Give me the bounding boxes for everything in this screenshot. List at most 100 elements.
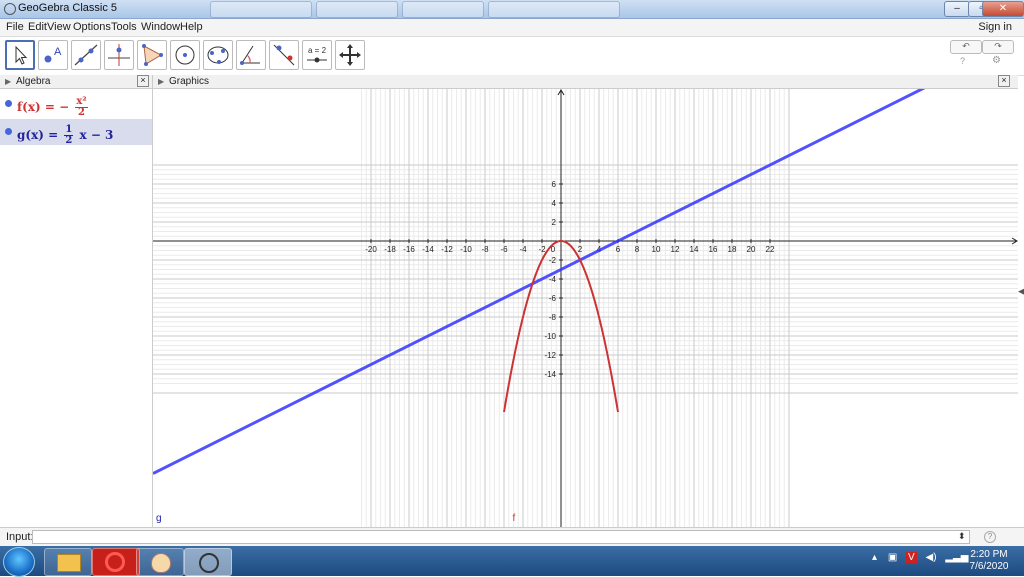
menu-window[interactable]: Window bbox=[141, 21, 180, 33]
menu-view[interactable]: View bbox=[47, 21, 71, 33]
g-lhs: g(x) = bbox=[17, 128, 59, 142]
algebra-item-g[interactable]: g(x) = 12 x − 3 bbox=[0, 119, 152, 146]
slider-tool-icon[interactable]: a = 2 bbox=[302, 40, 332, 70]
geogebra-icon bbox=[199, 553, 219, 573]
x-tick-label: 6 bbox=[616, 245, 621, 254]
x-tick-label: 18 bbox=[728, 245, 737, 254]
slider-tool-label: a = 2 bbox=[308, 46, 327, 55]
collapse-triangle-icon[interactable]: ▶ bbox=[158, 77, 164, 86]
reflect-tool-icon[interactable] bbox=[269, 40, 299, 70]
toolbar: A a = 2 ↶ ↷ ? ⚙ bbox=[0, 37, 1024, 76]
coordinate-plane[interactable]: -20-18-16-14-12-10-8-6-4-202468101214161… bbox=[153, 89, 1018, 527]
point-tool-icon[interactable]: A bbox=[38, 40, 68, 70]
clock-date: 7/6/2020 bbox=[969, 561, 1009, 572]
x-tick-label: 16 bbox=[709, 245, 718, 254]
menu-edit[interactable]: Edit bbox=[28, 21, 47, 33]
undo-button[interactable]: ↶ bbox=[950, 40, 982, 54]
y-tick-label: -10 bbox=[544, 332, 556, 341]
taskbar-geogebra[interactable] bbox=[184, 548, 232, 576]
visibility-toggle-icon[interactable] bbox=[5, 100, 12, 107]
y-tick-label: 4 bbox=[552, 199, 557, 208]
algebra-header: ▶ Algebra × bbox=[0, 75, 152, 89]
x-tick-label: -20 bbox=[365, 245, 377, 254]
antivirus-icon[interactable]: V bbox=[906, 552, 917, 563]
x-tick-label: -6 bbox=[500, 245, 508, 254]
line-tool-icon[interactable] bbox=[71, 40, 101, 70]
input-bar: Input: ⬍ ? bbox=[0, 527, 1024, 547]
menu-bar: File Edit View Options Tools Window Help… bbox=[0, 19, 1024, 37]
y-tick-label: 2 bbox=[552, 218, 557, 227]
algebra-item-f[interactable]: f(x) = − x² 2 bbox=[0, 91, 152, 118]
x-tick-label: 12 bbox=[671, 245, 680, 254]
x-tick-label: 10 bbox=[652, 245, 661, 254]
x-tick-label: 14 bbox=[690, 245, 699, 254]
polygon-tool-icon[interactable] bbox=[137, 40, 167, 70]
taskbar-opera[interactable] bbox=[92, 548, 140, 576]
system-clock[interactable]: 2:20 PM 7/6/2020 bbox=[960, 549, 1018, 573]
opera-icon bbox=[105, 552, 125, 572]
move-tool-icon[interactable] bbox=[5, 40, 35, 70]
x-tick-label: -18 bbox=[384, 245, 396, 254]
x-tick-label: -14 bbox=[422, 245, 434, 254]
menu-file[interactable]: File bbox=[6, 21, 24, 33]
input-label: Input: bbox=[6, 531, 34, 543]
device-icon[interactable]: ▣ bbox=[888, 552, 897, 563]
x-tick-label: 20 bbox=[747, 245, 756, 254]
os-taskbar: ▴ ▣ V ◀) ▂▃▅ 2:20 PM 7/6/2020 bbox=[0, 546, 1024, 577]
x-tick-label: -8 bbox=[481, 245, 489, 254]
close-button[interactable]: ✕ bbox=[982, 1, 1024, 17]
svg-text:A: A bbox=[54, 46, 62, 58]
redo-button[interactable]: ↷ bbox=[982, 40, 1014, 54]
graphics-header: ▶ Graphics × bbox=[153, 75, 1018, 89]
system-tray: ▴ ▣ V ◀) ▂▃▅ bbox=[872, 552, 968, 563]
folder-icon bbox=[57, 554, 81, 572]
function-g-line[interactable] bbox=[153, 89, 1018, 475]
settings-gear-icon[interactable]: ⚙ bbox=[992, 55, 1001, 66]
angle-tool-icon[interactable] bbox=[236, 40, 266, 70]
y-tick-label: -14 bbox=[544, 370, 556, 379]
tray-expand-icon[interactable]: ▴ bbox=[872, 552, 877, 563]
graphics-view: ▶ Graphics × -20 -18 -16 -14 -12 -10 -8 -6 -4 -2 0… bbox=[153, 75, 1018, 527]
start-button-icon[interactable] bbox=[3, 547, 35, 577]
collapse-triangle-icon[interactable]: ▶ bbox=[5, 77, 11, 86]
volume-icon[interactable]: ◀) bbox=[926, 552, 937, 563]
g-rest: x − 3 bbox=[79, 128, 114, 142]
conic-tool-icon[interactable] bbox=[203, 40, 233, 70]
side-collapse-icon[interactable]: ◀ bbox=[1018, 286, 1024, 298]
f-lhs: f(x) = − bbox=[17, 100, 70, 114]
x-tick-label: -4 bbox=[519, 245, 527, 254]
menu-help[interactable]: Help bbox=[180, 21, 203, 33]
x-tick-label: 22 bbox=[766, 245, 775, 254]
taskbar-explorer[interactable] bbox=[44, 548, 92, 576]
help-icon[interactable]: ? bbox=[960, 56, 965, 66]
taskbar-tab-2 bbox=[316, 1, 398, 18]
menu-tools[interactable]: Tools bbox=[111, 21, 137, 33]
f-denominator: 2 bbox=[78, 107, 85, 118]
title-bar: GeoGebra Classic 5 – ▫ ✕ bbox=[0, 0, 1024, 19]
y-tick-label: -8 bbox=[549, 313, 557, 322]
input-help-icon[interactable]: ? bbox=[984, 531, 996, 543]
taskbar-tab-1 bbox=[210, 1, 312, 18]
x-tick-label: -12 bbox=[441, 245, 453, 254]
y-tick-label: -12 bbox=[544, 351, 556, 360]
sign-in-link[interactable]: Sign in bbox=[978, 21, 1012, 33]
close-panel-icon[interactable]: × bbox=[998, 75, 1010, 87]
input-field[interactable] bbox=[32, 530, 970, 544]
window-title: GeoGebra Classic 5 bbox=[18, 2, 118, 14]
visibility-toggle-icon[interactable] bbox=[5, 128, 12, 135]
circle-tool-icon[interactable] bbox=[170, 40, 200, 70]
geogebra-logo-icon bbox=[4, 3, 16, 15]
algebra-view: ▶ Algebra × f(x) = − x² 2 g(x) = 12 x − 3 bbox=[0, 75, 153, 527]
x-tick-label: -16 bbox=[403, 245, 415, 254]
y-tick-label: -2 bbox=[549, 256, 557, 265]
input-history-icon[interactable]: ⬍ bbox=[958, 531, 966, 542]
x-tick-label: -10 bbox=[460, 245, 472, 254]
move-graphics-tool-icon[interactable] bbox=[335, 40, 365, 70]
perpendicular-tool-icon[interactable] bbox=[104, 40, 134, 70]
close-panel-icon[interactable]: × bbox=[137, 75, 149, 87]
menu-options[interactable]: Options bbox=[73, 21, 111, 33]
minimize-button[interactable]: – bbox=[944, 1, 970, 17]
g-denominator: 2 bbox=[65, 135, 73, 146]
taskbar-paint[interactable] bbox=[136, 548, 184, 576]
plot-area[interactable]: -20-18-16-14-12-10-8-6-4-202468101214161… bbox=[153, 89, 1018, 527]
